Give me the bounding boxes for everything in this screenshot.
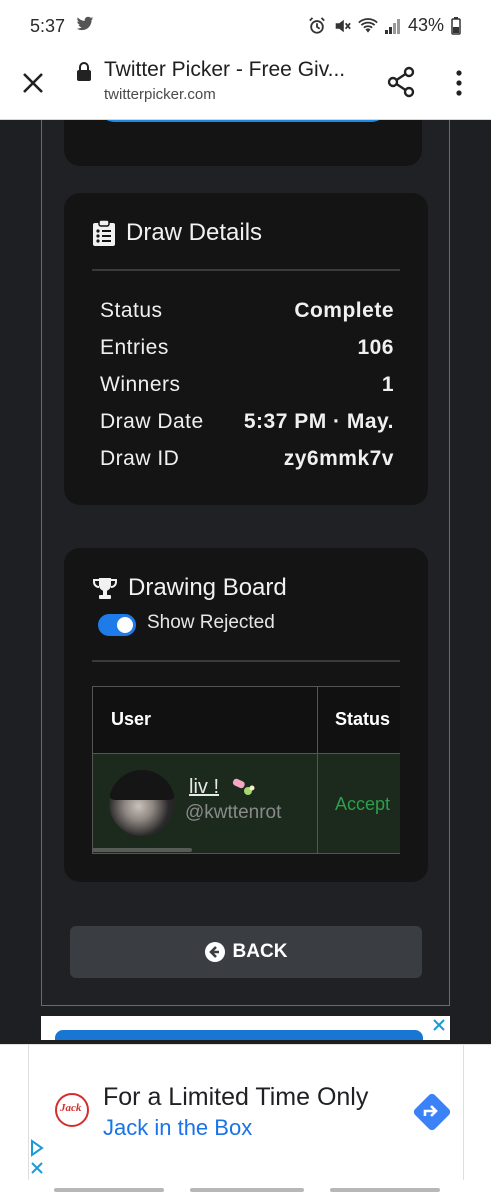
show-rejected-label[interactable]: Show Rejected [147, 612, 275, 634]
nav-handle [54, 1188, 164, 1192]
entry-status: Accept [335, 794, 391, 814]
draw-details-card: Draw Details Status Complete Entries 106… [64, 193, 428, 505]
detail-label: Entries [100, 336, 169, 359]
ad-advertiser[interactable]: Jack in the Box [103, 1115, 252, 1141]
page-content: Draw Details Status Complete Entries 106… [0, 120, 491, 1040]
browser-toolbar: Twitter Picker - Free Giv... twitterpick… [0, 52, 491, 120]
status-icons: 43% [308, 15, 461, 36]
clipboard-list-icon [93, 219, 115, 246]
column-divider [317, 754, 318, 854]
wifi-icon [358, 17, 378, 33]
ad-banner-bar [55, 1030, 423, 1040]
column-header-user[interactable]: User [111, 709, 151, 730]
alarm-icon [309, 16, 325, 34]
drawing-board-title: Drawing Board [128, 574, 287, 601]
status-bar: 5:37 43% [0, 0, 491, 52]
avatar[interactable] [109, 770, 175, 836]
detail-row-status: Status Complete [100, 299, 394, 323]
detail-value: zy6mmk7v [283, 447, 394, 470]
detail-row-winners: Winners 1 [100, 373, 394, 397]
top-ad-banner[interactable] [41, 1016, 450, 1040]
emoji-icon [232, 778, 255, 795]
page-title[interactable]: Twitter Picker - Free Giv... [104, 58, 345, 82]
draw-details-title: Draw Details [126, 219, 263, 246]
detail-value: Complete [294, 299, 394, 322]
bottom-ad[interactable]: Jack For a Limited Time Only Jack in the… [0, 1044, 491, 1181]
table-header: User Status [92, 686, 400, 755]
system-nav-bar [0, 1180, 491, 1200]
detail-value: 1 [381, 373, 394, 396]
detail-label: Status [100, 299, 163, 322]
detail-label: Draw ID [100, 447, 180, 470]
main-container: Draw Details Status Complete Entries 106… [41, 120, 450, 1006]
user-handle: @kwttenrot [185, 802, 282, 823]
detail-value: 5:37 PM · May. [243, 410, 394, 433]
back-label: BACK [232, 941, 288, 962]
close-icon[interactable] [18, 68, 48, 98]
show-rejected-toggle[interactable] [98, 614, 136, 636]
battery-icon [451, 16, 461, 35]
previous-card [64, 120, 422, 166]
avatar-hair [109, 770, 175, 800]
divider [92, 660, 400, 662]
arrow-circle-left-icon [204, 942, 225, 962]
signal-icon [384, 18, 400, 34]
detail-row-draw-date: Draw Date 5:37 PM · May. [100, 410, 394, 434]
logo-text: Jack [60, 1102, 82, 1114]
twitter-icon [76, 16, 94, 31]
back-button[interactable]: BACK [70, 926, 422, 978]
toggle-knob [117, 617, 133, 633]
drawing-board-card: Drawing Board Show Rejected User Status … [64, 548, 428, 882]
ad-headline[interactable]: For a Limited Time Only [103, 1083, 368, 1112]
more-vert-icon[interactable] [452, 68, 466, 98]
drawing-board-heading: Drawing Board [92, 574, 287, 602]
share-icon[interactable] [386, 66, 416, 98]
status-time: 5:37 [30, 16, 66, 36]
column-divider [317, 687, 318, 755]
detail-label: Winners [100, 373, 181, 396]
ad-content[interactable]: Jack For a Limited Time Only Jack in the… [28, 1045, 464, 1181]
table-row[interactable]: liv ! @kwttenrot Accept [92, 754, 400, 854]
previous-card-button[interactable] [100, 120, 386, 122]
jack-in-the-box-logo: Jack [55, 1093, 89, 1127]
nav-handle [330, 1188, 440, 1192]
detail-row-draw-id: Draw ID zy6mmk7v [100, 447, 394, 471]
trophy-icon [93, 578, 117, 599]
directions-arrow-icon[interactable] [413, 1093, 451, 1131]
mute-icon [335, 19, 351, 32]
detail-row-entries: Entries 106 [100, 336, 394, 360]
divider [92, 269, 400, 271]
adchoices-icon[interactable] [28, 1139, 48, 1179]
drawing-board-table[interactable]: User Status liv ! @kwttenrot Accept [92, 686, 400, 856]
user-name-link[interactable]: liv ! [189, 776, 219, 799]
detail-value: 106 [357, 336, 394, 359]
detail-label: Draw Date [100, 410, 204, 433]
column-header-status[interactable]: Status [335, 709, 390, 730]
battery-percent: 43% [407, 15, 444, 35]
close-icon[interactable] [432, 1018, 446, 1032]
nav-handle [190, 1188, 304, 1192]
page-url[interactable]: twitterpicker.com [104, 86, 216, 103]
draw-details-heading: Draw Details [92, 219, 262, 247]
lock-icon[interactable] [76, 62, 92, 82]
horizontal-scrollbar[interactable] [92, 848, 192, 852]
